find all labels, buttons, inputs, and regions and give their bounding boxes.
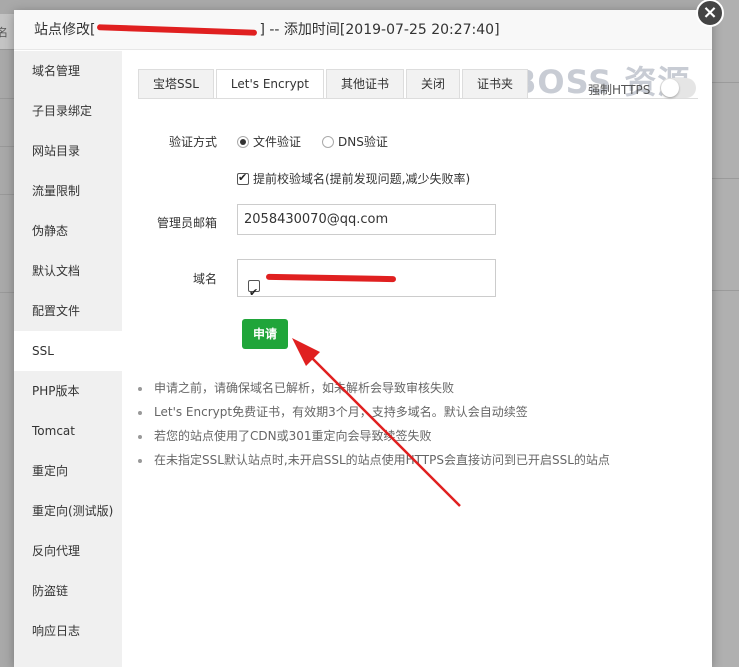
domain-list-box bbox=[237, 259, 496, 307]
background-row-divider bbox=[0, 98, 14, 99]
note-item: 在未指定SSL默认站点时,未开启SSL的站点使用HTTPS会直接访问到已开启SS… bbox=[136, 449, 696, 473]
note-item: Let's Encrypt免费证书，有效期3个月，支持多域名。默认会自动续签 bbox=[136, 401, 696, 425]
apply-button[interactable]: 申请 bbox=[242, 319, 288, 349]
sidebar-item-default-document[interactable]: 默认文档 bbox=[14, 251, 122, 291]
verify-file-radio[interactable]: 文件验证 bbox=[237, 133, 301, 150]
sidebar-item-domain-management[interactable]: 域名管理 bbox=[14, 51, 122, 91]
radio-selected-icon bbox=[237, 135, 249, 148]
dialog-title-bar: 站点修改[ ] -- 添加时间[2019-07-25 20:27:40] bbox=[14, 10, 712, 50]
force-https-toggle[interactable] bbox=[660, 78, 696, 98]
background-row-divider bbox=[0, 292, 14, 293]
sidebar-item-php-version[interactable]: PHP版本 bbox=[14, 371, 122, 411]
sidebar-item-redirect-beta[interactable]: 重定向(测试版) bbox=[14, 491, 122, 531]
tab-baota-ssl[interactable]: 宝塔SSL bbox=[138, 69, 214, 99]
sidebar-item-tomcat[interactable]: Tomcat bbox=[14, 411, 122, 451]
sidebar-item-site-directory[interactable]: 网站目录 bbox=[14, 131, 122, 171]
tab-other-certificate[interactable]: 其他证书 bbox=[326, 69, 405, 99]
background-right-area bbox=[712, 0, 739, 667]
background-row-divider bbox=[0, 194, 14, 195]
background-row-divider bbox=[712, 82, 739, 83]
sidebar-item-config-file[interactable]: 配置文件 bbox=[14, 291, 122, 331]
note-item: 申请之前，请确保域名已解析，如未解析会导致审核失败 bbox=[136, 377, 696, 401]
tab-lets-encrypt[interactable]: Let's Encrypt bbox=[215, 69, 324, 99]
verify-dns-radio[interactable]: DNS验证 bbox=[322, 133, 388, 150]
background-row-divider bbox=[712, 178, 739, 179]
tab-certificate-folder[interactable]: 证书夹 bbox=[462, 69, 529, 99]
settings-sidebar: 域名管理 子目录绑定 网站目录 流量限制 伪静态 默认文档 配置文件 SSL P… bbox=[14, 51, 122, 667]
sidebar-item-rewrite[interactable]: 伪静态 bbox=[14, 211, 122, 251]
redaction-mark bbox=[97, 24, 258, 36]
checkbox-checked-icon bbox=[248, 278, 260, 307]
admin-email-input[interactable]: 2058430070@qq.com bbox=[237, 204, 496, 235]
dialog-title-prefix: 站点修改[ bbox=[34, 22, 96, 38]
verify-file-label: 文件验证 bbox=[253, 135, 302, 149]
domain-label: 域名 bbox=[192, 272, 217, 286]
sidebar-item-response-log[interactable]: 响应日志 bbox=[14, 611, 122, 651]
dialog-title-suffix: ] -- 添加时间[2019-07-25 20:27:40] bbox=[259, 22, 500, 38]
background-label: 反名 bbox=[0, 26, 8, 39]
ssl-panel: BOSS 资源 宝塔SSL Let's Encrypt 其他证书 关闭 证书夹 … bbox=[122, 51, 712, 667]
redaction-mark bbox=[265, 273, 397, 283]
verify-method-label: 验证方式 bbox=[168, 135, 217, 149]
ssl-notes: 申请之前，请确保域名已解析，如未解析会导致审核失败 Let's Encrypt免… bbox=[136, 377, 696, 473]
close-icon[interactable]: × bbox=[696, 0, 724, 27]
tab-close[interactable]: 关闭 bbox=[406, 69, 461, 99]
sidebar-item-subdirectory-binding[interactable]: 子目录绑定 bbox=[14, 91, 122, 131]
precheck-domain-checkbox[interactable]: 提前校验域名(提前发现问题,减少失败率) bbox=[237, 170, 470, 187]
domain-checkbox[interactable] bbox=[248, 271, 260, 307]
toggle-knob bbox=[661, 79, 679, 97]
force-https-label: 强制HTTPS bbox=[588, 83, 651, 97]
verify-dns-label: DNS验证 bbox=[338, 135, 388, 149]
note-item: 若您的站点使用了CDN或301重定向会导致续签失败 bbox=[136, 425, 696, 449]
radio-unselected-icon bbox=[322, 135, 334, 148]
sidebar-item-hotlink-protection[interactable]: 防盗链 bbox=[14, 571, 122, 611]
precheck-domain-label: 提前校验域名(提前发现问题,减少失败率) bbox=[253, 172, 471, 186]
sidebar-item-reverse-proxy[interactable]: 反向代理 bbox=[14, 531, 122, 571]
sidebar-item-redirect[interactable]: 重定向 bbox=[14, 451, 122, 491]
background-row-divider bbox=[712, 290, 739, 291]
sidebar-item-ssl[interactable]: SSL bbox=[14, 331, 122, 371]
ssl-tabs: 宝塔SSL Let's Encrypt 其他证书 关闭 证书夹 bbox=[138, 69, 530, 99]
tab-divider bbox=[138, 98, 698, 99]
sidebar-item-traffic-limit[interactable]: 流量限制 bbox=[14, 171, 122, 211]
background-row-divider bbox=[0, 146, 14, 147]
admin-email-label: 管理员邮箱 bbox=[156, 216, 217, 230]
checkbox-checked-icon bbox=[237, 171, 249, 185]
site-edit-dialog: 站点修改[] -- 添加时间[2019-07-25 20:27:40] 域名管理… bbox=[14, 10, 712, 667]
